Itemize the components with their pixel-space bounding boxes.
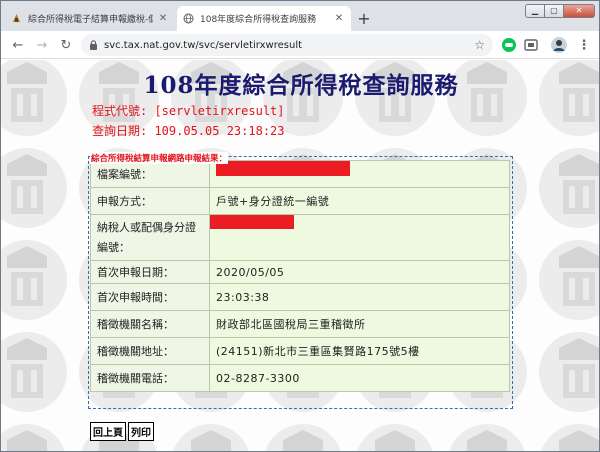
minimize-button[interactable]: ▁: [525, 4, 545, 18]
redaction-bar: [216, 161, 350, 176]
page-content: 108年度綜合所得稅查詢服務 程式代號: [servletirxresult] …: [1, 60, 599, 451]
row-key: 稽徵機關地址：: [90, 337, 210, 365]
table-row: 檔案編號：: [90, 160, 510, 188]
tab-title: 108年度綜合所得稅查詢服務: [200, 15, 317, 25]
row-key: 納稅人或配偶身分證編號：: [90, 214, 210, 261]
table-row: 稽徵機關名稱： 財政部北區國稅局三重稽徵所: [90, 310, 510, 338]
table-row: 首次申報日期： 2020/05/05: [90, 260, 510, 284]
row-value: 2020/05/05: [209, 260, 510, 284]
menu-kebab-icon[interactable]: ⋮: [575, 36, 593, 54]
row-value: 財政部北區國稅局三重稽徵所: [209, 310, 510, 338]
page-title: 108年度綜合所得稅查詢服務: [143, 72, 459, 99]
program-code: 程式代號: [servletirxresult]: [92, 104, 285, 118]
url-text: svc.tax.nat.gov.tw/svc/servletirxwresult: [104, 39, 303, 51]
browser-window: 綜合所得稅電子結算申報繳稅-個 ✕ 108年度綜合所得稅查詢服務 ✕ + ▁ ▢…: [0, 0, 600, 452]
browser-toolbar: ← → ↻ svc.tax.nat.gov.tw/svc/servletirxw…: [1, 31, 599, 59]
query-date: 查詢日期: 109.05.05 23:18:23: [92, 124, 285, 138]
tab-query-service[interactable]: 108年度綜合所得稅查詢服務 ✕: [177, 6, 351, 31]
back-arrow-icon[interactable]: ←: [9, 36, 27, 54]
table-row: 申報方式： 戶號+身分證統一編號: [90, 187, 510, 215]
back-page-button[interactable]: 回上頁: [90, 422, 126, 441]
tax-site-favicon-icon: [13, 14, 20, 22]
row-key: 稽徵機關電話：: [90, 364, 210, 392]
maximize-button[interactable]: ▢: [544, 4, 564, 18]
tab-title: 綜合所得稅電子結算申報繳稅-個: [28, 15, 153, 25]
table-row: 首次申報時間： 23:03:38: [90, 283, 510, 311]
row-value: 02-8287-3300: [209, 364, 510, 392]
globe-icon: [183, 13, 194, 24]
address-bar[interactable]: svc.tax.nat.gov.tw/svc/servletirxwresult…: [81, 34, 493, 56]
profile-avatar[interactable]: [551, 37, 567, 53]
row-key: 首次申報日期：: [90, 260, 210, 284]
close-icon[interactable]: ✕: [333, 13, 345, 25]
close-icon[interactable]: ✕: [157, 13, 169, 25]
row-value: 23:03:38: [209, 283, 510, 311]
table-row: 稽徵機關電話： 02-8287-3300: [90, 364, 510, 392]
tab-efiling[interactable]: 綜合所得稅電子結算申報繳稅-個 ✕: [5, 6, 175, 31]
tab-strip: 綜合所得稅電子結算申報繳稅-個 ✕ 108年度綜合所得稅查詢服務 ✕ + ▁ ▢…: [1, 1, 599, 31]
row-value: [209, 160, 510, 188]
redaction-bar: [210, 215, 294, 229]
action-buttons: 回上頁 列印: [90, 422, 154, 441]
row-key: 首次申報時間：: [90, 283, 210, 311]
line-extension-icon[interactable]: [501, 37, 517, 53]
bookmark-star-icon[interactable]: ☆: [474, 38, 485, 52]
new-tab-button[interactable]: +: [355, 9, 373, 28]
lock-icon: [90, 40, 97, 50]
row-value: (24151)新北市三重區集賢路175號5樓: [209, 337, 510, 365]
row-value: 戶號+身分證統一編號: [209, 187, 510, 215]
row-key: 檔案編號：: [90, 160, 210, 188]
row-key: 稽徵機關名稱：: [90, 310, 210, 338]
forward-arrow-icon[interactable]: →: [33, 36, 51, 54]
cast-icon[interactable]: [523, 37, 539, 53]
section-label: 綜合所得稅結算申報網路申報結果：: [90, 152, 229, 164]
close-window-button[interactable]: ✕: [563, 4, 595, 18]
table-row: 稽徵機關地址： (24151)新北市三重區集賢路175號5樓: [90, 337, 510, 365]
result-table: 檔案編號： 申報方式： 戶號+身分證統一編號 納稅人或配偶身分證編號： 首次申報…: [90, 160, 510, 392]
print-button[interactable]: 列印: [128, 422, 154, 441]
table-row: 納稅人或配偶身分證編號：: [90, 214, 510, 261]
row-key: 申報方式：: [90, 187, 210, 215]
reload-icon[interactable]: ↻: [57, 36, 75, 54]
row-value: [209, 214, 510, 261]
